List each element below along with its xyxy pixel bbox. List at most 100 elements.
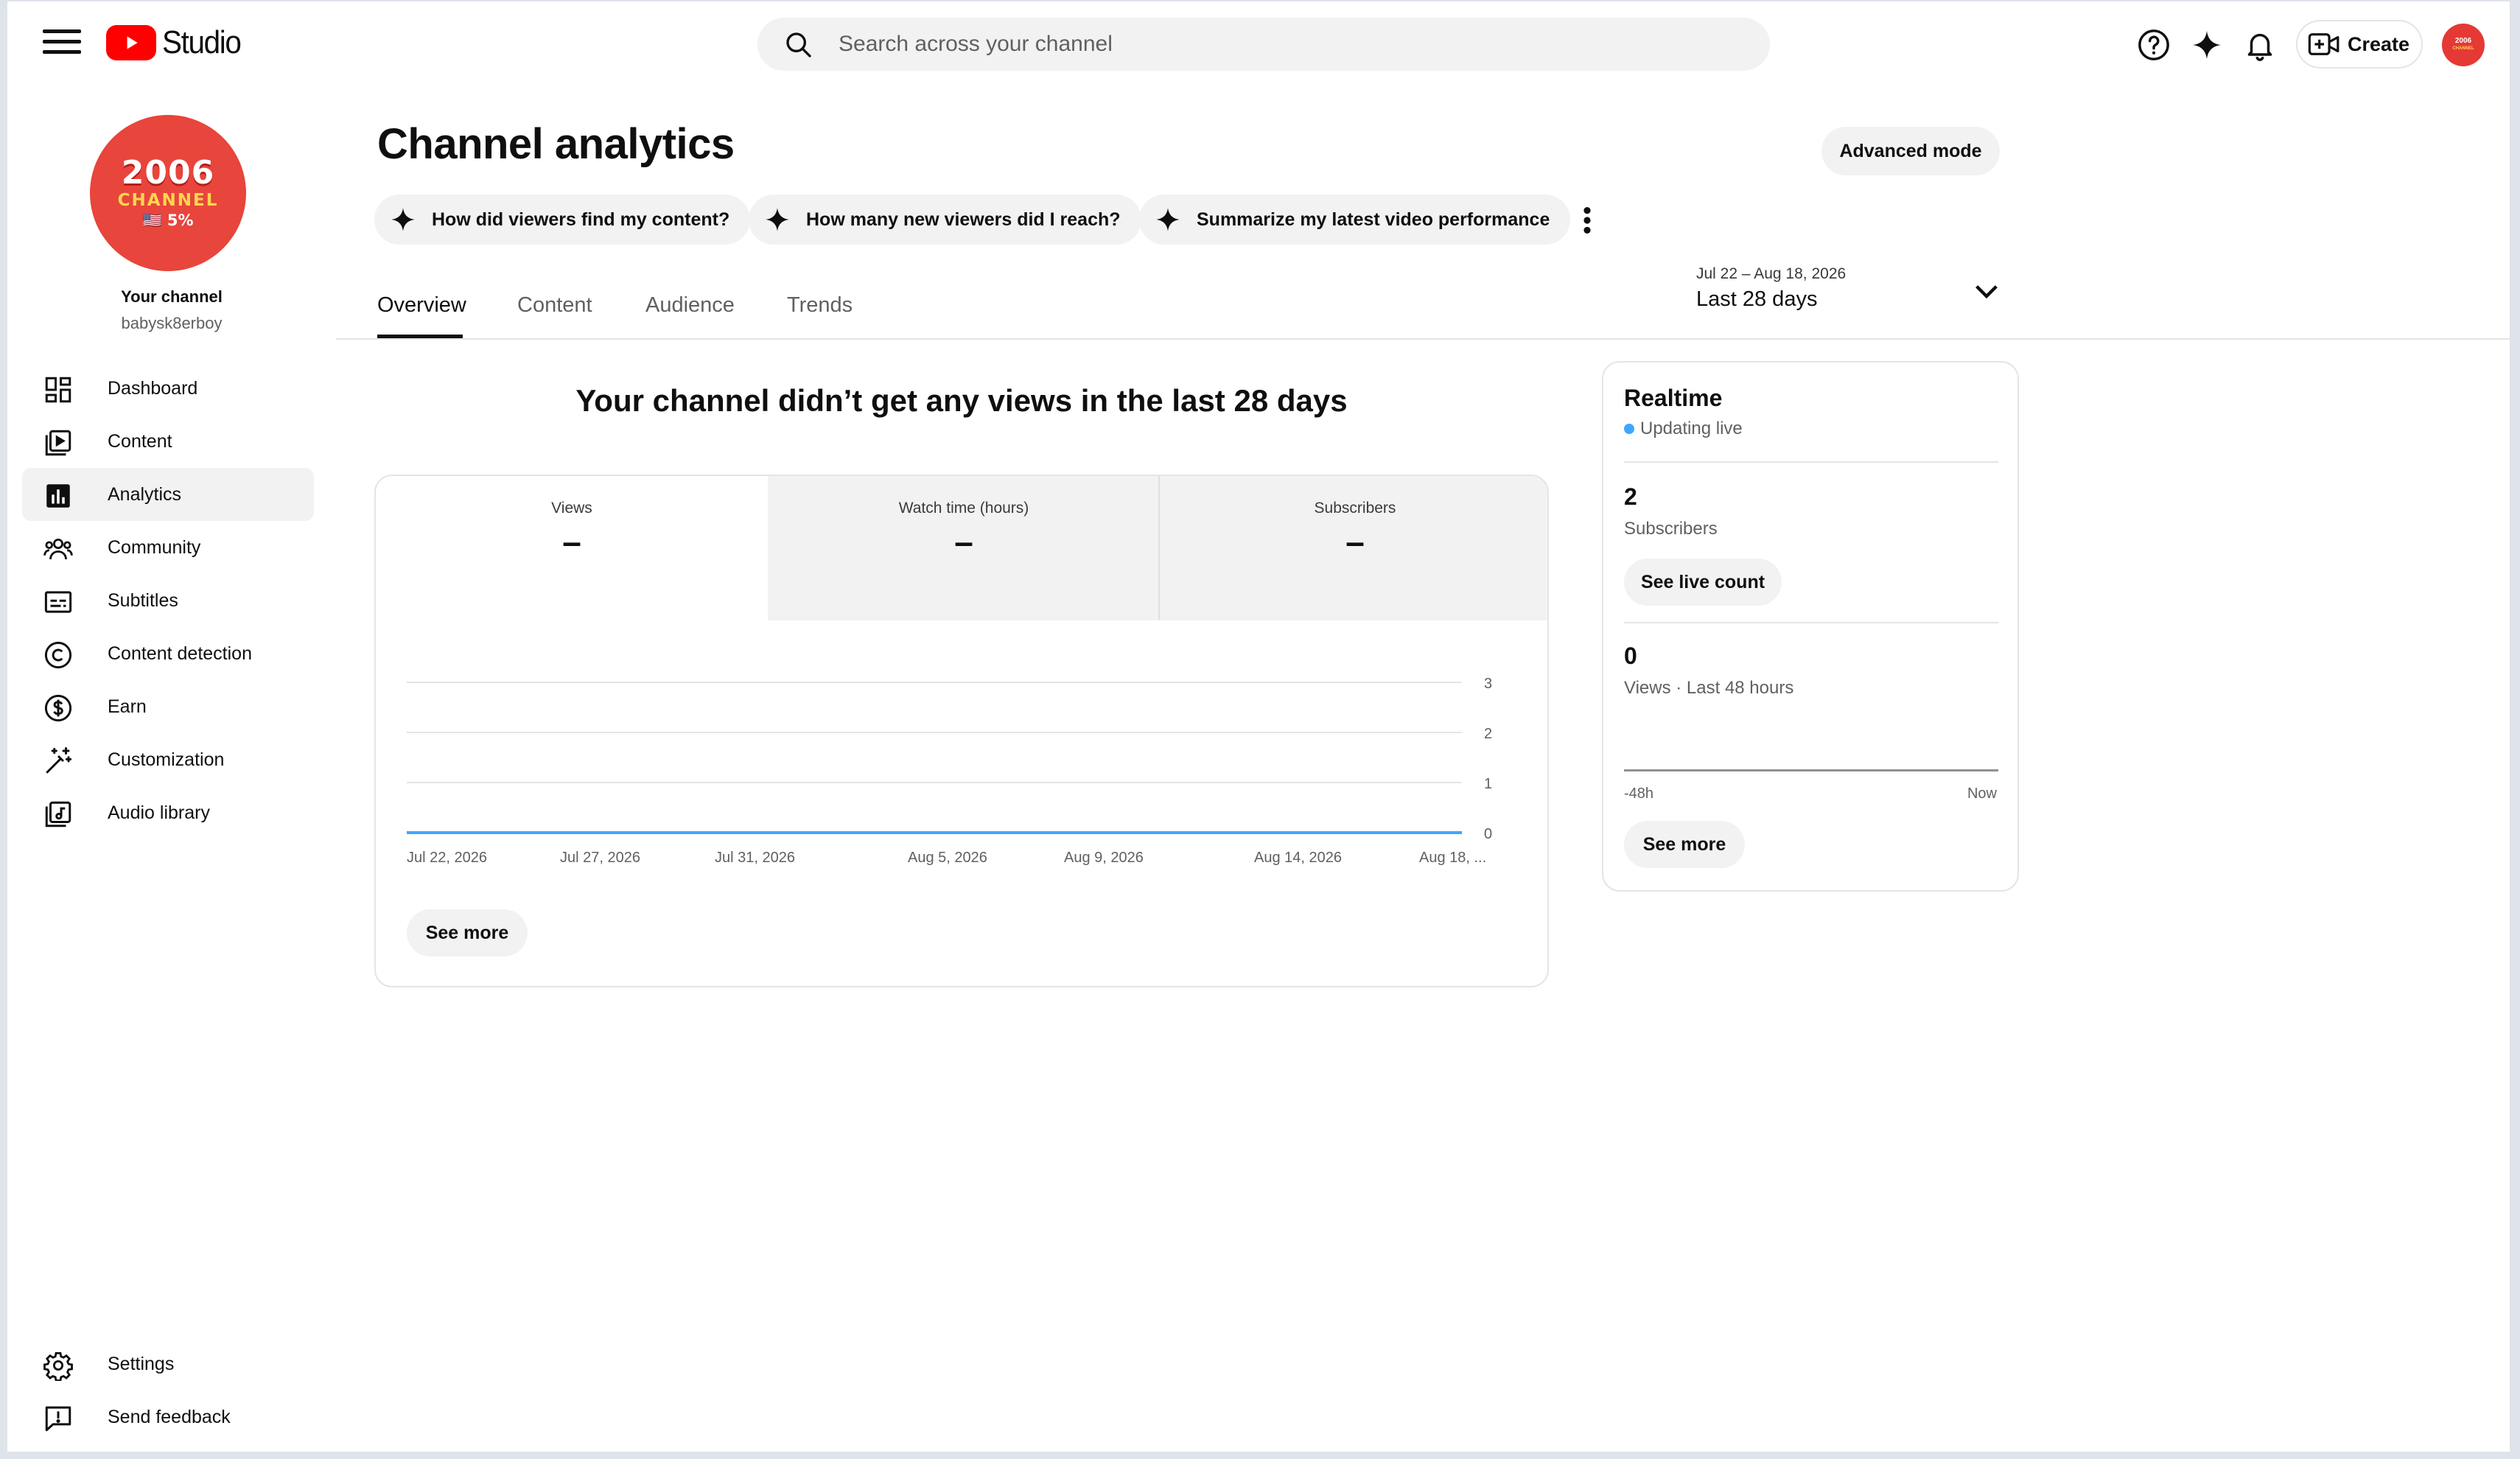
x-tick-label: Aug 14, 2026 xyxy=(1254,850,1342,866)
account-avatar-line1: 2006 xyxy=(2454,37,2472,45)
realtime-axis-start: -48h xyxy=(1624,786,1654,802)
sidebar-item-analytics[interactable]: Analytics xyxy=(22,468,314,521)
metric-value: – xyxy=(562,522,581,561)
sidebar-item-label: Content xyxy=(108,430,172,452)
sidebar-item-content[interactable]: Content xyxy=(22,415,314,468)
sidebar-item-customization[interactable]: Customization xyxy=(22,733,314,786)
realtime-subscribers-value: 2 xyxy=(1624,483,1637,510)
chip-label: How did viewers find my content? xyxy=(432,209,730,230)
analytics-icon xyxy=(46,484,70,508)
magic-wand-icon xyxy=(46,747,72,774)
metric-value: – xyxy=(1345,522,1365,561)
channel-label: Your channel xyxy=(121,287,223,306)
sparkle-icon xyxy=(766,208,789,231)
divider xyxy=(1624,622,1998,623)
studio-logo[interactable]: Studio xyxy=(106,24,248,62)
chip-label: Summarize my latest video performance xyxy=(1197,209,1550,230)
copyright-icon xyxy=(44,641,72,669)
search-input[interactable] xyxy=(839,18,1723,71)
more-options-icon[interactable] xyxy=(1572,203,1602,237)
sidebar-item-community[interactable]: Community xyxy=(22,521,314,574)
tab-content[interactable]: Content xyxy=(517,293,592,318)
create-label: Create xyxy=(2348,32,2410,55)
chevron-down-icon[interactable] xyxy=(1972,280,2001,305)
advanced-mode-button[interactable]: Advanced mode xyxy=(1821,127,2000,175)
channel-avatar[interactable]: 2006 CHANNEL 🇺🇸 5% xyxy=(90,115,246,271)
date-preset[interactable]: Last 28 days xyxy=(1696,287,1817,312)
realtime-card: Realtime Updating live 2 Subscribers See… xyxy=(1602,361,2019,892)
realtime-axis-end: Now xyxy=(1967,786,1997,802)
sidebar-item-dashboard[interactable]: Dashboard xyxy=(22,362,314,415)
metric-watch-time-tab[interactable]: Watch time (hours) – xyxy=(768,476,1160,620)
gear-icon xyxy=(43,1351,73,1381)
create-button[interactable]: Create xyxy=(2296,20,2423,69)
sidebar-item-earn[interactable]: Earn xyxy=(22,680,314,733)
search-bar[interactable] xyxy=(757,18,1770,71)
y-tick-label: 3 xyxy=(1484,676,1492,692)
tab-overview[interactable]: Overview xyxy=(377,293,466,318)
sidebar-item-settings[interactable]: Settings xyxy=(22,1337,314,1390)
sidebar-item-label: Community xyxy=(108,536,201,558)
channel-avatar-line1: 2006 xyxy=(121,154,215,192)
sparkle-icon xyxy=(1156,208,1180,231)
views-line-chart: 0 1 2 3 Jul 22, 2026 Jul 27, 2026 Jul 31, 2026… xyxy=(407,676,1492,866)
live-dot xyxy=(1624,424,1634,434)
page-title: Channel analytics xyxy=(377,120,735,168)
realtime-see-more-button[interactable]: See more xyxy=(1624,821,1745,868)
metric-value: – xyxy=(954,522,973,561)
content-icon xyxy=(45,430,71,456)
sidebar-item-subtitles[interactable]: Subtitles xyxy=(22,574,314,627)
community-icon xyxy=(43,539,73,560)
suggestion-chip-summarize[interactable]: Summarize my latest video performance xyxy=(1139,195,1571,245)
account-avatar[interactable]: 2006 CHANNEL xyxy=(2442,24,2485,66)
tabs-divider xyxy=(336,338,2510,340)
metric-label: Subscribers xyxy=(1314,500,1396,517)
sidebar-item-label: Content detection xyxy=(108,643,252,664)
tab-audience[interactable]: Audience xyxy=(645,293,735,318)
dollar-icon xyxy=(44,694,72,722)
metric-subscribers-tab[interactable]: Subscribers – xyxy=(1160,476,1547,620)
no-views-headline: Your channel didn’t get any views in the… xyxy=(575,383,1348,418)
menu-icon[interactable] xyxy=(43,29,81,59)
feedback-icon xyxy=(45,1406,71,1432)
realtime-views-value: 0 xyxy=(1624,643,1637,669)
date-range[interactable]: Jul 22 – Aug 18, 2026 xyxy=(1696,265,1846,283)
y-tick-label: 0 xyxy=(1484,826,1492,842)
sidebar-item-audio-library[interactable]: Audio library xyxy=(22,786,314,839)
realtime-views-label: Views · Last 48 hours xyxy=(1624,678,1794,698)
search-icon[interactable] xyxy=(784,30,813,60)
sparkle-icon xyxy=(391,208,415,231)
see-more-button[interactable]: See more xyxy=(407,909,528,956)
help-icon[interactable] xyxy=(2137,28,2171,62)
account-avatar-line2: CHANNEL xyxy=(2452,46,2474,51)
dashboard-icon xyxy=(45,377,71,403)
sidebar-item-label: Settings xyxy=(108,1353,175,1374)
metric-views-tab[interactable]: Views – xyxy=(376,476,768,620)
x-tick-label: Jul 27, 2026 xyxy=(560,850,640,866)
page: Studio Create 2006 CHANNEL 2006 CHANNEL xyxy=(7,1,2510,1452)
chip-label: How many new viewers did I reach? xyxy=(806,209,1121,230)
x-tick-label: Aug 5, 2026 xyxy=(908,850,987,866)
y-tick-label: 2 xyxy=(1484,726,1492,742)
x-tick-label: Aug 9, 2026 xyxy=(1064,850,1144,866)
see-live-count-button[interactable]: See live count xyxy=(1624,559,1782,606)
divider xyxy=(1624,461,1998,463)
channel-handle: babysk8erboy xyxy=(121,314,223,332)
y-tick-label: 1 xyxy=(1484,776,1492,792)
notifications-bell-icon[interactable] xyxy=(2243,28,2277,62)
x-tick-label: Jul 31, 2026 xyxy=(715,850,795,866)
realtime-status-label: Updating live xyxy=(1640,419,1743,438)
x-tick-label: Aug 18, ... xyxy=(1419,850,1486,866)
channel-avatar-line2: CHANNEL xyxy=(117,191,219,210)
sidebar-item-label: Earn xyxy=(108,696,147,717)
realtime-status: Updating live xyxy=(1624,419,1743,439)
channel-avatar-line3: 🇺🇸 5% xyxy=(142,211,194,229)
sidebar-item-send-feedback[interactable]: Send feedback xyxy=(22,1390,314,1444)
sidebar-item-content-detection[interactable]: Content detection xyxy=(22,627,314,680)
suggestion-chip-new-viewers[interactable]: How many new viewers did I reach? xyxy=(749,195,1141,245)
suggestion-chip-discovery[interactable]: How did viewers find my content? xyxy=(374,195,751,245)
sparkle-icon[interactable] xyxy=(2190,28,2224,62)
tab-trends[interactable]: Trends xyxy=(787,293,853,318)
add-video-icon xyxy=(2308,33,2339,55)
metric-label: Views xyxy=(551,500,592,517)
